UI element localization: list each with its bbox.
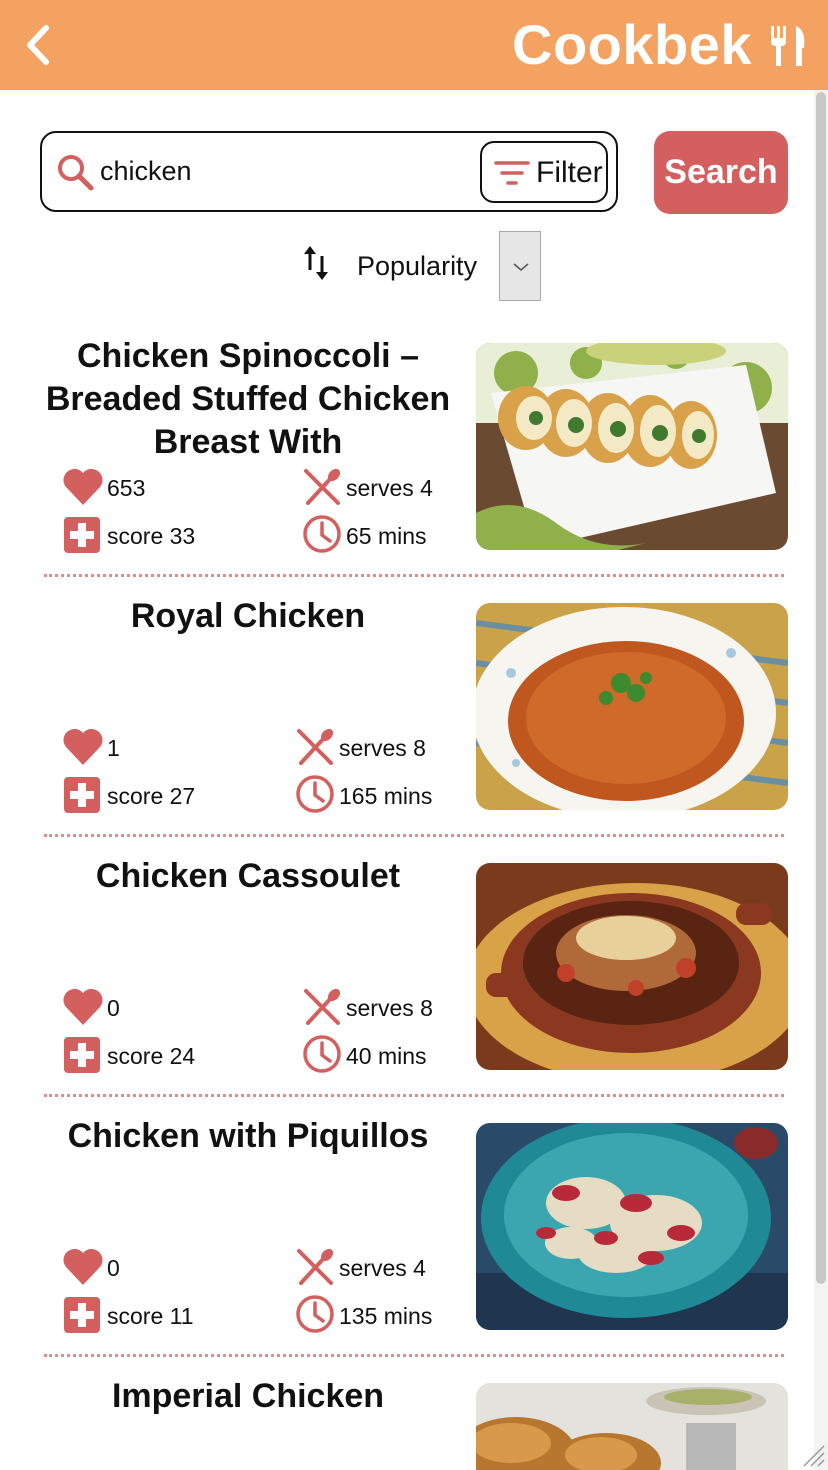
time-value: 165 mins xyxy=(339,783,433,809)
clock-icon xyxy=(303,515,341,553)
heart-icon xyxy=(63,988,103,1025)
recipe-title: Chicken Cassoulet xyxy=(95,857,401,895)
back-button[interactable] xyxy=(20,22,60,68)
likes-count: 653 xyxy=(107,475,146,501)
plus-box-icon xyxy=(64,1297,100,1333)
heart-icon xyxy=(63,728,103,765)
recipe-card[interactable]: Chicken with Piquillos 0 serves 4 score … xyxy=(44,1117,788,1383)
search-box: Filter xyxy=(40,131,618,212)
heart-icon xyxy=(63,1248,103,1285)
serves-count: serves 8 xyxy=(339,735,426,761)
recipe-photo xyxy=(476,863,788,1070)
score-value: score 27 xyxy=(107,783,196,809)
app-title: Cookbek xyxy=(512,13,752,76)
time-value: 65 mins xyxy=(346,523,427,549)
divider xyxy=(44,1354,784,1357)
recipe-photo xyxy=(476,1123,788,1330)
serves-count: serves 4 xyxy=(346,475,433,501)
sort-icon xyxy=(304,246,328,280)
clock-icon xyxy=(296,775,334,813)
recipe-photo xyxy=(476,603,788,810)
sort-dropdown[interactable] xyxy=(499,231,541,301)
score-value: score 11 xyxy=(107,1303,194,1329)
recipe-card[interactable]: Imperial Chicken xyxy=(44,1383,788,1470)
filter-icon xyxy=(494,161,530,185)
app-header: Cookbek xyxy=(0,0,828,90)
chevron-left-icon xyxy=(27,25,49,65)
spoon-knife-icon xyxy=(304,988,341,1025)
scrollbar-thumb[interactable] xyxy=(816,92,826,1284)
time-value: 40 mins xyxy=(346,1043,427,1069)
recipe-title: Royal Chicken xyxy=(130,597,366,635)
divider xyxy=(44,834,784,837)
plus-box-icon xyxy=(64,1037,100,1073)
recipe-title: Chicken with Piquillos xyxy=(67,1117,429,1155)
chevron-down-icon xyxy=(513,263,529,271)
serves-count: serves 8 xyxy=(346,995,433,1021)
search-input[interactable] xyxy=(100,151,470,191)
likes-count: 0 xyxy=(107,1255,120,1281)
recipe-card[interactable]: Royal Chicken 1 serves 8 score 27 165 mi… xyxy=(44,597,788,863)
recipe-card[interactable]: Chicken Spinoccoli – Breaded Stuffed Chi… xyxy=(44,337,788,603)
divider xyxy=(44,1094,784,1097)
recipe-card[interactable]: Chicken Cassoulet 0 serves 8 score 24 40… xyxy=(44,857,788,1123)
heart-icon xyxy=(63,468,103,505)
resize-grip-icon[interactable] xyxy=(800,1442,826,1468)
spoon-knife-icon xyxy=(297,728,334,765)
fork-knife-icon xyxy=(771,26,805,66)
recipe-photo xyxy=(476,343,788,550)
recipe-title: Imperial Chicken xyxy=(111,1383,385,1415)
score-value: score 33 xyxy=(107,523,196,549)
recipe-title: Chicken Spinoccoli – Breaded Stuffed Chi… xyxy=(45,337,451,461)
search-icon xyxy=(58,155,94,191)
plus-box-icon xyxy=(64,517,100,553)
clock-icon xyxy=(296,1295,334,1333)
time-value: 135 mins xyxy=(339,1303,433,1329)
filter-button[interactable]: Filter xyxy=(480,141,608,203)
likes-count: 1 xyxy=(107,735,120,761)
plus-box-icon xyxy=(64,777,100,813)
spoon-knife-icon xyxy=(297,1248,334,1285)
sort-label: Popularity xyxy=(357,251,478,281)
recipe-photo xyxy=(476,1383,788,1470)
likes-count: 0 xyxy=(107,995,120,1021)
divider xyxy=(44,574,784,577)
serves-count: serves 4 xyxy=(339,1255,426,1281)
spoon-knife-icon xyxy=(304,468,341,505)
clock-icon xyxy=(303,1035,341,1073)
score-value: score 24 xyxy=(107,1043,196,1069)
search-button[interactable]: Search xyxy=(654,131,788,214)
filter-label: Filter xyxy=(536,156,603,189)
